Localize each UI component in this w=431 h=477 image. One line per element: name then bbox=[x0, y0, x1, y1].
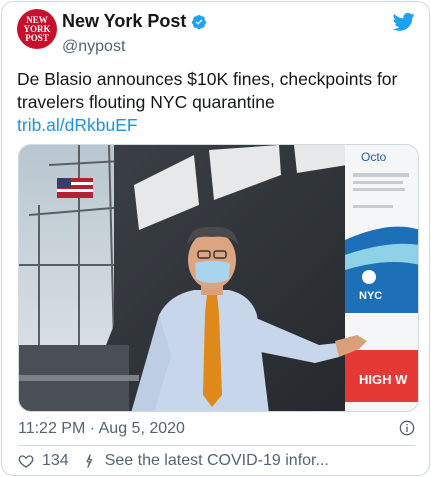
tweet-timestamp[interactable]: 11:22 PM · Aug 5, 2020 bbox=[18, 420, 185, 438]
author-handle[interactable]: @nypost bbox=[62, 38, 125, 56]
tweet-actions: 134 See the latest COVID-19 infor... bbox=[18, 452, 329, 470]
tweet-link[interactable]: trib.al/dRkbuEF bbox=[17, 114, 417, 137]
author-name-row[interactable]: New York Post bbox=[62, 11, 207, 32]
logo-line-3: POST bbox=[25, 33, 49, 43]
heart-icon[interactable] bbox=[18, 453, 34, 469]
nypost-logo: NEW YORK POST bbox=[24, 15, 51, 43]
avatar[interactable]: NEW YORK POST bbox=[17, 9, 57, 49]
tweet-text: De Blasio announces $10K fines, checkpoi… bbox=[17, 68, 417, 137]
flag bbox=[57, 178, 93, 198]
info-icon[interactable] bbox=[399, 420, 415, 436]
tweet-body: De Blasio announces $10K fines, checkpoi… bbox=[17, 69, 398, 112]
divider bbox=[18, 445, 415, 446]
author-name[interactable]: New York Post bbox=[62, 11, 186, 32]
sign-logo: NYC bbox=[359, 290, 382, 302]
tweet-photo[interactable]: Octo NYC HIGH W bbox=[18, 144, 419, 412]
railing bbox=[19, 375, 139, 381]
twitter-bird-icon[interactable] bbox=[393, 12, 415, 32]
verified-badge-icon bbox=[192, 14, 207, 29]
photo-scene: Octo NYC HIGH W bbox=[19, 145, 418, 411]
covid-info-link[interactable]: See the latest COVID-19 infor... bbox=[105, 452, 329, 470]
sign-banner: HIGH W bbox=[359, 372, 408, 387]
tweet-card[interactable]: NEW YORK POST New York Post @nypost De B… bbox=[1, 1, 430, 476]
like-count[interactable]: 134 bbox=[42, 452, 69, 470]
sign-text-top: Octo bbox=[361, 150, 387, 164]
bolt-icon bbox=[85, 454, 93, 468]
info-sign: Octo NYC HIGH W bbox=[345, 145, 418, 411]
